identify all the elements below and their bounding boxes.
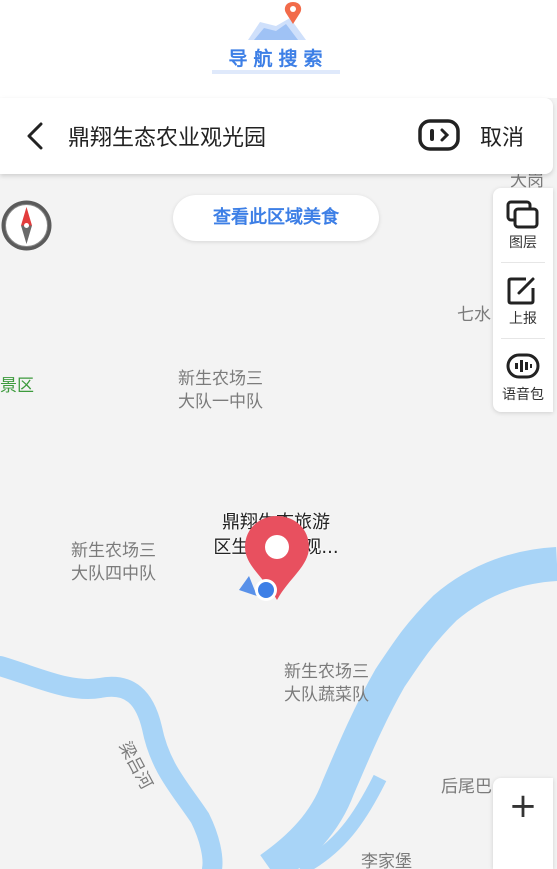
cancel-button[interactable]: 取消 (480, 120, 524, 152)
map-label-team-one: 新生农场三 大队一中队 (178, 369, 263, 412)
search-bar: 鼎翔生态农业观光园 取消 (0, 98, 553, 174)
search-input[interactable]: 鼎翔生态农业观光园 (68, 120, 266, 152)
layers-icon (506, 200, 539, 229)
map-navigation-logo-icon (248, 2, 306, 40)
zoom-in-button[interactable]: + (493, 778, 553, 869)
map-tools-panel: 图层 上报 语音包 (493, 188, 553, 412)
tool-layers[interactable]: 图层 (493, 188, 553, 262)
map-label-vegetable-team: 新生农场三 大队蔬菜队 (284, 662, 369, 705)
map-label-houweiba: 后尾巴 (441, 777, 492, 797)
back-arrow-icon[interactable] (18, 118, 54, 154)
report-edit-icon (507, 277, 535, 305)
voice-input-icon[interactable] (418, 118, 460, 152)
header-title-underline (212, 70, 340, 74)
compass-icon[interactable] (0, 199, 53, 252)
tool-report-label: 上报 (509, 311, 537, 327)
app-header: 导航搜索 (0, 0, 557, 98)
tool-voice-pack-label: 语音包 (502, 387, 544, 403)
map-label-qishui: 七水 (457, 305, 491, 325)
header-title: 导航搜索 (228, 48, 329, 70)
map-label-lijiabao: 李家堡 (361, 852, 412, 869)
tool-divider (501, 262, 545, 263)
tool-report[interactable]: 上报 (493, 264, 553, 338)
current-location-icon (239, 576, 277, 601)
map-label-scenic-area: 景区 (0, 376, 34, 396)
map-label-team-four: 新生农场三 大队四中队 (71, 541, 156, 584)
view-area-food-button[interactable]: 查看此区域美食 (173, 195, 379, 241)
voice-pack-icon (506, 353, 540, 379)
tool-layers-label: 图层 (509, 235, 537, 251)
tool-divider (501, 338, 545, 339)
tool-voice-pack[interactable]: 语音包 (493, 340, 553, 414)
zoom-in-icon: + (508, 786, 538, 826)
